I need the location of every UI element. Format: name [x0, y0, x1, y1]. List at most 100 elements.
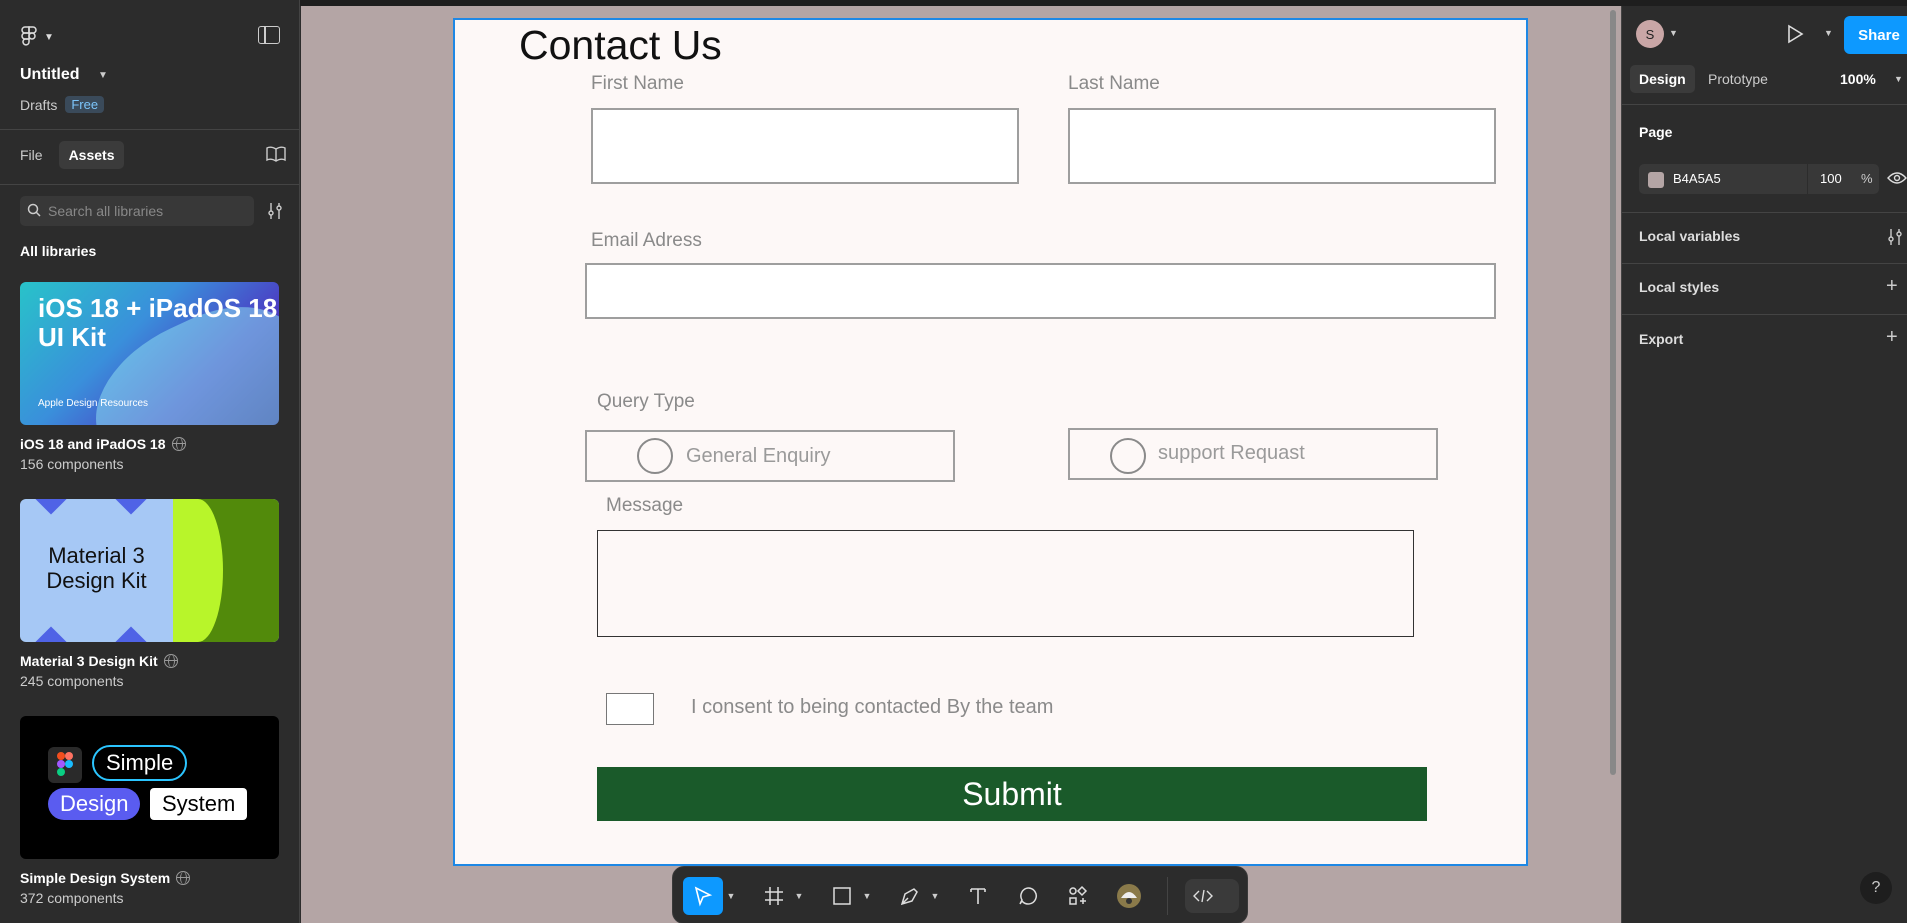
dev-mode-toggle[interactable] — [1185, 879, 1239, 913]
query-option-general[interactable]: General Enquiry — [585, 430, 955, 482]
present-play-icon[interactable] — [1786, 24, 1804, 44]
bottom-toolbar: ▼ ▼ ▼ ▼ — [672, 866, 1248, 923]
message-label[interactable]: Message — [606, 495, 683, 517]
file-title[interactable]: Untitled — [20, 66, 80, 84]
frame-tool-menu[interactable]: ▼ — [793, 877, 805, 915]
email-label[interactable]: Email Adress — [591, 230, 702, 252]
color-swatch[interactable] — [1648, 172, 1664, 188]
actions-grid-icon — [1069, 885, 1088, 905]
library-thumb-ios[interactable]: iOS 18 + iPadOS 18 UI Kit Apple Design R… — [20, 282, 279, 425]
divider — [0, 129, 299, 130]
frame-tool[interactable] — [757, 877, 791, 915]
share-button[interactable]: Share — [1844, 16, 1907, 54]
search-input[interactable]: Search all libraries — [20, 196, 254, 226]
library-thumb-material[interactable]: Material 3 Design Kit — [20, 499, 279, 642]
library-name-text: iOS 18 and iPadOS 18 — [20, 436, 166, 452]
email-field[interactable] — [585, 263, 1496, 319]
radio-label: support Requast — [1158, 442, 1305, 464]
radio-button[interactable] — [1110, 438, 1146, 474]
library-name[interactable]: iOS 18 and iPadOS 18 — [20, 436, 186, 452]
avatar[interactable]: S — [1636, 20, 1664, 48]
first-name-label[interactable]: First Name — [591, 73, 684, 95]
divider — [1622, 263, 1907, 264]
plus-icon[interactable]: + — [1886, 326, 1898, 349]
chevron-down-icon[interactable]: ▼ — [1894, 74, 1903, 84]
local-styles-section[interactable]: Local styles — [1639, 279, 1719, 295]
eye-visibility-icon[interactable] — [1887, 171, 1907, 185]
local-variables-section[interactable]: Local variables — [1639, 228, 1740, 244]
thumb-title-line: iOS 18 + iPadOS 18 — [38, 293, 278, 323]
figma-logo-icon — [21, 26, 37, 46]
plugin-tool[interactable] — [1109, 877, 1149, 915]
form-title[interactable]: Contact Us — [519, 22, 722, 69]
variables-settings-icon[interactable] — [1886, 228, 1904, 246]
globe-icon — [176, 871, 191, 885]
shape-tool-menu[interactable]: ▼ — [861, 877, 873, 915]
page-color-field[interactable]: B4A5A5 100 % — [1639, 164, 1879, 194]
query-type-label[interactable]: Query Type — [597, 391, 695, 413]
library-name-text: Material 3 Design Kit — [20, 653, 158, 669]
filter-settings-icon[interactable] — [266, 202, 284, 220]
library-name[interactable]: Material 3 Design Kit — [20, 653, 178, 669]
export-section[interactable]: Export — [1639, 331, 1683, 347]
chevron-down-icon[interactable]: ▼ — [1669, 28, 1678, 38]
all-libraries-heading: All libraries — [20, 243, 97, 259]
page-heading: Page — [1639, 124, 1673, 140]
thumb-decoration — [35, 626, 67, 642]
move-tool[interactable] — [683, 877, 723, 915]
shape-tool[interactable] — [825, 877, 859, 915]
toolbar-divider — [1167, 877, 1168, 915]
query-option-support[interactable]: support Requast — [1068, 428, 1438, 480]
thumb-title: iOS 18 + iPadOS 18 UI Kit — [38, 294, 277, 352]
thumb-word: Simple — [92, 745, 188, 781]
zoom-level[interactable]: 100% — [1840, 71, 1876, 87]
main-menu-button[interactable]: ▼ — [20, 26, 54, 48]
canvas-scrollbar[interactable] — [1610, 10, 1616, 775]
first-name-field[interactable] — [591, 108, 1019, 184]
tab-file[interactable]: File — [10, 141, 53, 169]
last-name-label[interactable]: Last Name — [1068, 73, 1160, 95]
submit-button[interactable]: Submit — [597, 767, 1427, 821]
consent-checkbox[interactable] — [606, 693, 654, 725]
tab-assets[interactable]: Assets — [58, 141, 125, 169]
thumb-title-line: UI Kit — [38, 322, 106, 352]
text-tool[interactable] — [961, 877, 995, 915]
plus-icon[interactable]: + — [1886, 275, 1898, 298]
page-opacity[interactable]: 100 — [1820, 171, 1842, 186]
divider — [1622, 212, 1907, 213]
divider — [1622, 314, 1907, 315]
move-tool-menu[interactable]: ▼ — [725, 877, 737, 915]
library-book-icon[interactable] — [266, 146, 286, 162]
thumb-decoration — [35, 499, 67, 515]
consent-text[interactable]: I consent to being contacted By the team — [691, 696, 1053, 719]
chevron-down-icon[interactable]: ▼ — [98, 70, 108, 81]
chevron-down-icon[interactable]: ▼ — [1824, 28, 1833, 38]
pen-tool-menu[interactable]: ▼ — [929, 877, 941, 915]
left-sidebar: ▼ Untitled ▼ Drafts Free File Assets Sea… — [0, 0, 300, 923]
left-tabs: File Assets — [10, 141, 125, 169]
page-color-hex[interactable]: B4A5A5 — [1673, 171, 1721, 186]
file-location: Drafts Free — [20, 96, 105, 113]
message-textarea[interactable] — [597, 530, 1414, 637]
pen-tool[interactable] — [893, 877, 927, 915]
library-thumb-simple[interactable]: Simple Design System — [20, 716, 279, 859]
tab-prototype[interactable]: Prototype — [1699, 65, 1777, 93]
comment-tool[interactable] — [1011, 877, 1045, 915]
radio-button[interactable] — [637, 438, 673, 474]
last-name-field[interactable] — [1068, 108, 1496, 184]
plan-badge[interactable]: Free — [65, 96, 105, 113]
help-button[interactable]: ? — [1860, 872, 1892, 904]
thumb-decoration — [173, 499, 223, 642]
contact-form-frame[interactable]: Contact Us First Name Last Name Email Ad… — [453, 18, 1528, 866]
chevron-down-icon: ▼ — [44, 31, 54, 43]
drafts-label[interactable]: Drafts — [20, 97, 57, 113]
field-divider — [1807, 164, 1808, 194]
tab-design[interactable]: Design — [1630, 65, 1695, 93]
library-name[interactable]: Simple Design System — [20, 870, 191, 886]
search-placeholder: Search all libraries — [48, 203, 164, 219]
sidebar-toggle-icon[interactable] — [258, 26, 280, 44]
actions-tool[interactable] — [1061, 877, 1095, 915]
chevron-down-icon: ▼ — [726, 891, 736, 901]
thumb-title-line: Material 3 — [48, 543, 145, 568]
thumb-title-line: Design Kit — [46, 568, 147, 593]
